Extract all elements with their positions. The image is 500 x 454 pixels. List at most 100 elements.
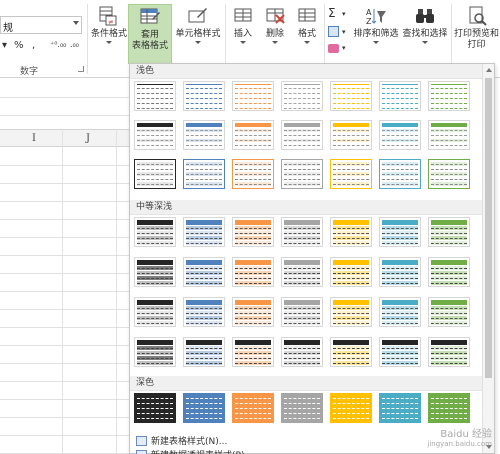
style-row-dash xyxy=(186,348,222,349)
table-style-thumbnail[interactable] xyxy=(281,297,323,327)
table-style-thumbnail[interactable] xyxy=(183,120,225,150)
format-button[interactable]: 格式 xyxy=(292,4,322,66)
style-row-dash xyxy=(235,164,271,165)
chevron-down-icon xyxy=(422,41,428,44)
table-style-thumbnail[interactable] xyxy=(232,337,274,367)
increase-decimal-button[interactable]: ⁺⁰.₀₀ xyxy=(50,40,66,49)
scrollbar-thumb[interactable] xyxy=(485,78,492,378)
table-style-thumbnail[interactable] xyxy=(330,120,372,150)
table-style-thumbnail[interactable] xyxy=(428,257,470,287)
style-header-band xyxy=(284,260,320,265)
style-row-dash xyxy=(284,135,320,136)
gallery-scrollbar[interactable] xyxy=(482,64,494,453)
style-row-dash xyxy=(382,179,418,180)
table-styles-gallery[interactable]: 浅色 中等深浅 深色 新建表格样式(N)... 新建数据透视表样式(P)... xyxy=(129,63,495,454)
table-style-thumbnail[interactable] xyxy=(379,393,421,423)
table-style-thumbnail[interactable] xyxy=(379,159,421,189)
table-style-thumbnail[interactable] xyxy=(232,217,274,247)
new-table-style-item[interactable]: 新建表格样式(N)... xyxy=(136,434,227,447)
currency-button[interactable]: ▾ xyxy=(2,40,7,51)
chevron-down-icon[interactable]: ▾ xyxy=(342,44,346,52)
svg-text:≠: ≠ xyxy=(108,18,114,26)
table-style-thumbnail[interactable] xyxy=(183,217,225,247)
table-style-thumbnail[interactable] xyxy=(330,337,372,367)
table-style-thumbnail[interactable] xyxy=(428,120,470,150)
table-style-thumbnail[interactable] xyxy=(428,297,470,327)
table-style-thumbnail[interactable] xyxy=(379,337,421,367)
column-header-j[interactable]: J xyxy=(86,133,90,144)
table-style-thumbnail[interactable] xyxy=(134,159,176,189)
table-style-thumbnail[interactable] xyxy=(379,217,421,247)
table-style-thumbnail[interactable] xyxy=(330,217,372,247)
number-dialog-launcher-icon[interactable] xyxy=(78,66,84,72)
table-style-thumbnail[interactable] xyxy=(183,257,225,287)
worksheet-area[interactable]: I J xyxy=(0,79,130,454)
table-style-thumbnail[interactable] xyxy=(330,297,372,327)
autosum-sigma-icon[interactable]: Σ xyxy=(328,6,336,20)
clear-eraser-icon[interactable] xyxy=(328,44,339,53)
table-style-thumbnail[interactable] xyxy=(281,337,323,367)
table-style-thumbnail[interactable] xyxy=(232,159,274,189)
fill-down-icon[interactable] xyxy=(328,26,339,37)
decrease-decimal-button[interactable]: .₀₀ xyxy=(70,40,79,49)
column-header-i[interactable]: I xyxy=(32,133,36,144)
style-row-dash xyxy=(431,135,467,136)
table-style-thumbnail[interactable] xyxy=(281,257,323,287)
table-style-thumbnail[interactable] xyxy=(379,297,421,327)
table-style-thumbnail[interactable] xyxy=(330,257,372,287)
table-style-thumbnail[interactable] xyxy=(134,120,176,150)
chevron-down-icon[interactable] xyxy=(73,21,79,25)
table-style-thumbnail[interactable] xyxy=(428,217,470,247)
table-style-thumbnail[interactable] xyxy=(281,217,323,247)
table-style-thumbnail[interactable] xyxy=(232,297,274,327)
comma-button[interactable]: , xyxy=(32,40,35,51)
table-style-thumbnail[interactable] xyxy=(330,159,372,189)
style-row-dash xyxy=(137,318,173,319)
table-style-thumbnail[interactable] xyxy=(183,393,225,423)
table-style-thumbnail[interactable] xyxy=(428,393,470,423)
table-style-thumbnail[interactable] xyxy=(134,217,176,247)
cell-styles-button[interactable]: 单元格样式 xyxy=(174,4,222,66)
scroll-up-icon[interactable] xyxy=(486,68,492,72)
table-style-thumbnail[interactable] xyxy=(232,81,274,111)
table-style-thumbnail[interactable] xyxy=(232,120,274,150)
find-select-button[interactable]: 查找和选择 xyxy=(401,4,449,66)
table-style-thumbnail[interactable] xyxy=(134,297,176,327)
table-style-thumbnail[interactable] xyxy=(183,337,225,367)
percent-button[interactable]: % xyxy=(14,40,24,51)
table-style-thumbnail[interactable] xyxy=(232,393,274,423)
style-row-dash xyxy=(186,278,222,279)
table-style-thumbnail[interactable] xyxy=(379,257,421,287)
table-style-thumbnail[interactable] xyxy=(134,81,176,111)
table-style-thumbnail[interactable] xyxy=(281,120,323,150)
style-row-dash xyxy=(284,283,320,284)
conditional-format-button[interactable]: ≠ 条件格式 xyxy=(90,4,128,66)
format-as-table-button[interactable]: 套用 表格格式 xyxy=(128,4,172,64)
table-style-thumbnail[interactable] xyxy=(379,120,421,150)
table-style-thumbnail[interactable] xyxy=(134,393,176,423)
delete-button[interactable]: 删除 xyxy=(260,4,290,66)
table-style-thumbnail[interactable] xyxy=(428,81,470,111)
number-format-combo[interactable]: 规 xyxy=(0,16,82,34)
table-style-thumbnail[interactable] xyxy=(379,81,421,111)
table-style-thumbnail[interactable] xyxy=(330,393,372,423)
table-style-thumbnail[interactable] xyxy=(183,81,225,111)
table-style-thumbnail[interactable] xyxy=(428,337,470,367)
insert-button[interactable]: 插入 xyxy=(228,4,258,66)
table-style-thumbnail[interactable] xyxy=(428,159,470,189)
table-style-thumbnail[interactable] xyxy=(281,393,323,423)
table-style-thumbnail[interactable] xyxy=(281,159,323,189)
table-style-thumbnail[interactable] xyxy=(134,257,176,287)
table-style-thumbnail[interactable] xyxy=(183,297,225,327)
table-style-thumbnail[interactable] xyxy=(134,337,176,367)
sort-filter-button[interactable]: A Z 排序和筛选 xyxy=(352,4,400,66)
chevron-down-icon[interactable]: ▾ xyxy=(342,10,346,18)
table-style-thumbnail[interactable] xyxy=(330,81,372,111)
table-style-thumbnail[interactable] xyxy=(183,159,225,189)
table-style-thumbnail[interactable] xyxy=(232,257,274,287)
print-preview-button[interactable]: 打印预览和 打印 xyxy=(453,4,500,66)
table-style-thumbnail[interactable] xyxy=(281,81,323,111)
style-row-dash xyxy=(333,145,369,146)
chevron-down-icon[interactable]: ▾ xyxy=(342,28,346,36)
new-pivot-style-item[interactable]: 新建数据透视表样式(P)... xyxy=(136,448,253,454)
